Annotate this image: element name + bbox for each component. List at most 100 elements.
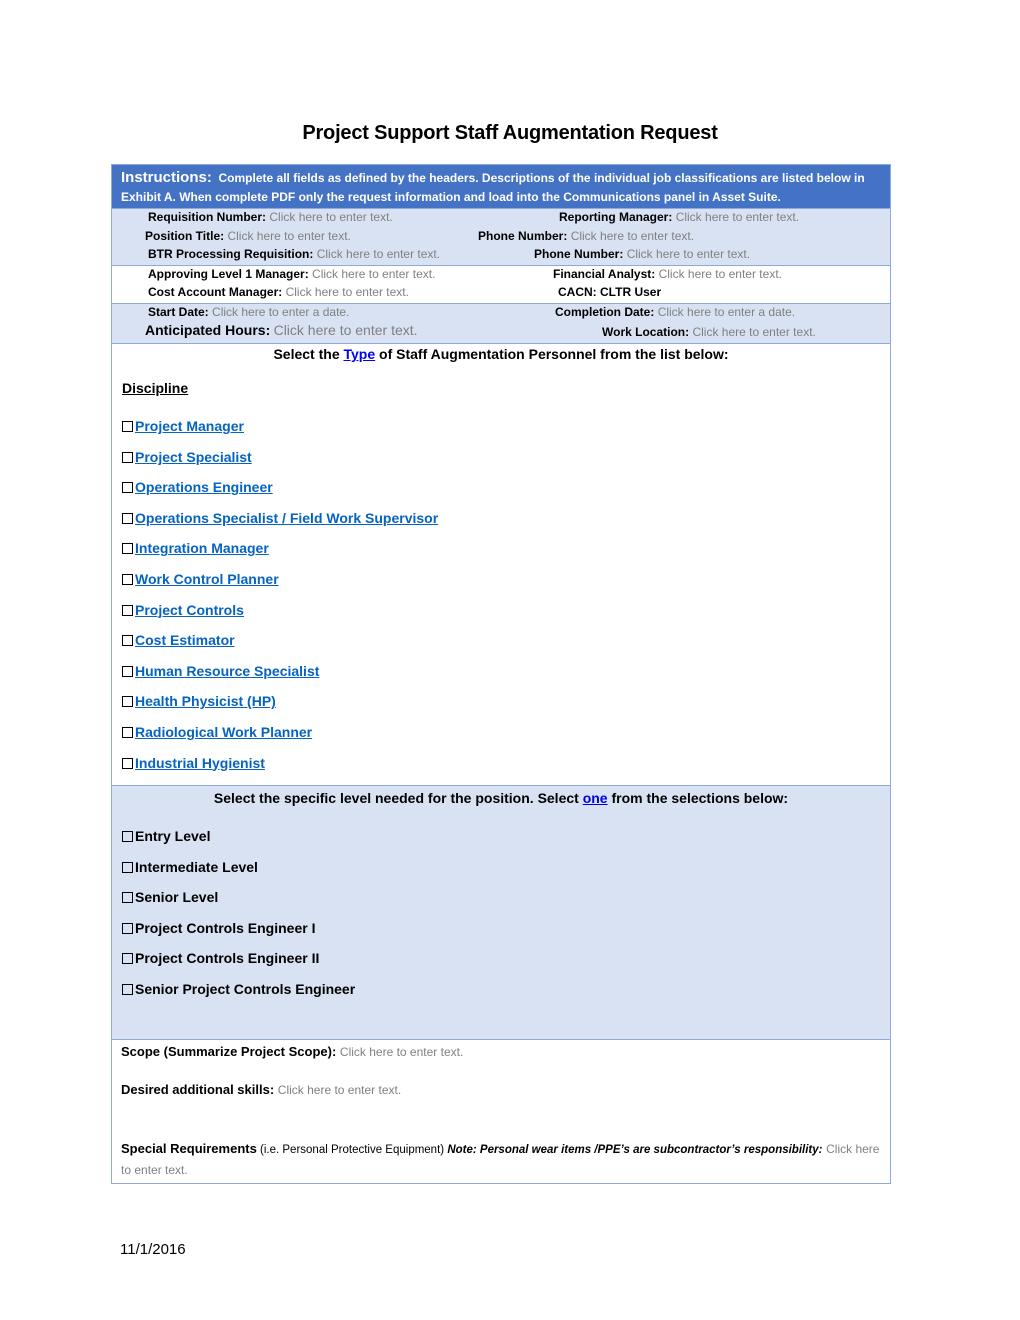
phone-number-input-1[interactable]: Click here to enter text. [571,229,694,243]
work-location-input[interactable]: Click here to enter text. [692,325,815,339]
discipline-option[interactable]: Project Specialist [122,449,880,480]
page-title: Project Support Staff Augmentation Reque… [302,122,718,144]
phone-number-input-2[interactable]: Click here to enter text. [627,247,750,261]
requisition-number-field[interactable]: Requisition Number: Click here to enter … [148,210,393,224]
approving-manager-field[interactable]: Approving Level 1 Manager: Click here to… [148,267,435,281]
checkbox-icon[interactable] [122,604,133,616]
discipline-list: Project Manager Project Specialist Operati… [122,418,880,785]
type-link[interactable]: Type [344,346,376,362]
checkbox-icon[interactable] [122,421,133,432]
checkbox-icon[interactable] [122,451,133,463]
level-option[interactable]: Entry Level [122,828,880,859]
start-date-input[interactable]: Click here to enter a date. [212,305,349,319]
discipline-link[interactable]: Human Resource Specialist [135,663,319,679]
cost-account-manager-input[interactable]: Click here to enter text. [286,285,409,299]
dates-band: Start Date: Click here to enter a date. … [112,303,890,344]
discipline-option[interactable]: Operations Specialist / Field Work Super… [122,510,880,541]
checkbox-icon[interactable] [122,543,133,555]
level-heading: Select the specific level needed for the… [213,790,789,806]
checkbox-icon[interactable] [122,953,133,965]
discipline-option[interactable]: Integration Manager [122,540,880,571]
instructions-lead: Instructions: [121,169,212,186]
discipline-link[interactable]: Integration Manager [135,540,269,556]
requisition-band: Requisition Number: Click here to enter … [112,209,890,266]
instructions-banner: Instructions: Complete all fields as def… [112,165,890,209]
checkbox-icon[interactable] [122,831,133,842]
position-title-input[interactable]: Click here to enter text. [227,229,350,243]
level-label: Senior Level [135,889,219,906]
discipline-link[interactable]: Industrial Hygienist [135,755,265,771]
level-list: Entry Level Intermediate Level Senior Leve… [122,828,880,1012]
discipline-link[interactable]: Operations Specialist / Field Work Super… [135,510,438,526]
skills-field[interactable]: Desired additional skills: Click here to… [121,1082,881,1139]
request-form: Instructions: Complete all fields as def… [111,164,891,1184]
discipline-option[interactable]: Cost Estimator [122,632,880,663]
phone-number-field-1[interactable]: Phone Number: Click here to enter text. [478,229,694,243]
footer-date: 11/1/2016 [120,1241,186,1258]
scope-field[interactable]: Scope (Summarize Project Scope): Click h… [121,1044,881,1082]
checkbox-icon[interactable] [122,696,133,708]
discipline-link[interactable]: Project Controls [135,602,244,618]
checkbox-icon[interactable] [122,512,133,524]
discipline-link[interactable]: Cost Estimator [135,632,235,648]
anticipated-hours-input[interactable]: Click here to enter text. [274,322,418,338]
phone-number-field-2[interactable]: Phone Number: Click here to enter text. [534,247,750,261]
discipline-link[interactable]: Project Manager [135,418,244,434]
discipline-option[interactable]: Project Manager [122,418,880,449]
completion-date-field[interactable]: Completion Date: Click here to enter a d… [555,305,795,319]
checkbox-icon[interactable] [122,482,133,494]
checkbox-icon[interactable] [122,757,133,769]
checkbox-icon[interactable] [122,573,133,585]
start-date-field[interactable]: Start Date: Click here to enter a date. [148,305,349,319]
reporting-manager-field[interactable]: Reporting Manager: Click here to enter t… [559,210,799,224]
financial-analyst-field[interactable]: Financial Analyst: Click here to enter t… [553,267,782,281]
discipline-option[interactable]: Human Resource Specialist [122,663,880,694]
discipline-option[interactable]: Radiological Work Planner [122,724,880,755]
requisition-number-input[interactable]: Click here to enter text. [269,210,392,224]
checkbox-icon[interactable] [122,983,133,995]
level-label: Project Controls Engineer I [135,919,316,936]
cost-account-manager-field[interactable]: Cost Account Manager: Click here to ente… [148,285,409,299]
approving-manager-input[interactable]: Click here to enter text. [312,267,435,281]
discipline-option[interactable]: Project Controls [122,602,880,633]
checkbox-icon[interactable] [122,861,133,873]
level-option[interactable]: Intermediate Level [122,859,880,890]
btr-processing-requisition-input[interactable]: Click here to enter text. [317,247,440,261]
one-link[interactable]: one [583,790,608,806]
checkbox-icon[interactable] [122,635,133,647]
discipline-option[interactable]: Operations Engineer [122,479,880,510]
checkbox-icon[interactable] [122,726,133,738]
scope-input[interactable]: Click here to enter text. [340,1045,463,1059]
level-option[interactable]: Senior Project Controls Engineer [122,981,880,1012]
discipline-option[interactable]: Industrial Hygienist [122,755,880,786]
discipline-link[interactable]: Project Specialist [135,449,252,465]
skills-input[interactable]: Click here to enter text. [278,1083,401,1097]
level-option[interactable]: Senior Level [122,889,880,920]
discipline-option[interactable]: Health Physicist (HP) [122,693,880,724]
instructions-text: Complete all fields as defined by the he… [121,171,865,204]
discipline-link[interactable]: Work Control Planner [135,571,279,587]
special-requirements-field[interactable]: Special Requirements (i.e. Personal Prot… [121,1139,881,1180]
level-label: Project Controls Engineer II [135,950,320,967]
position-title-field[interactable]: Position Title: Click here to enter text… [145,229,351,243]
discipline-link[interactable]: Operations Engineer [135,479,273,495]
discipline-link[interactable]: Health Physicist (HP) [135,693,276,709]
work-location-field[interactable]: Work Location: Click here to enter text. [602,325,816,339]
financial-analyst-input[interactable]: Click here to enter text. [659,267,782,281]
anticipated-hours-field[interactable]: Anticipated Hours: Click here to enter t… [145,322,418,338]
checkbox-icon[interactable] [122,892,133,904]
discipline-option[interactable]: Work Control Planner [122,571,880,602]
reporting-manager-input[interactable]: Click here to enter text. [676,210,799,224]
checkbox-icon[interactable] [122,922,133,934]
level-label: Senior Project Controls Engineer [135,980,356,997]
checkbox-icon[interactable] [122,665,133,677]
cacn-value: CLTR User [600,285,662,299]
discipline-heading: Discipline [122,380,189,396]
btr-processing-requisition-field[interactable]: BTR Processing Requisition: Click here t… [148,247,440,261]
discipline-section: Select the Type of Staff Augmentation Pe… [112,344,890,786]
level-section: Select the specific level needed for the… [112,786,890,1040]
level-option[interactable]: Project Controls Engineer I [122,920,880,951]
discipline-link[interactable]: Radiological Work Planner [135,724,312,740]
level-option[interactable]: Project Controls Engineer II [122,950,880,981]
completion-date-input[interactable]: Click here to enter a date. [658,305,795,319]
